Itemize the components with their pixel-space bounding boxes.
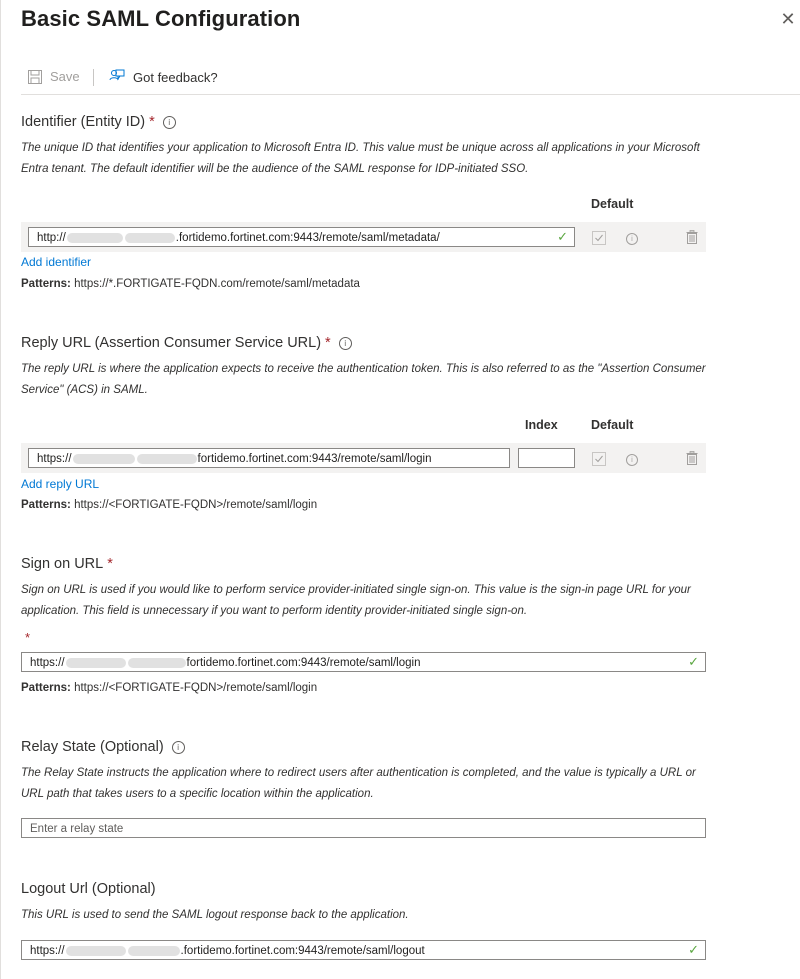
info-icon[interactable]: i: [162, 115, 176, 129]
sign-on-url-patterns: Patterns: https://<FORTIGATE-FQDN>/remot…: [21, 682, 318, 694]
identifier-patterns: Patterns: https://*.FORTIGATE-FQDN.com/r…: [21, 278, 360, 290]
reply-url-title: Reply URL (Assertion Consumer Service UR…: [21, 335, 352, 351]
valid-check-icon: ✓: [557, 230, 568, 245]
default-column-header: Default: [591, 197, 634, 211]
identifier-title: Identifier (Entity ID) * i: [21, 114, 176, 130]
info-icon[interactable]: i: [626, 233, 638, 245]
save-button[interactable]: Save: [28, 69, 80, 84]
sign-on-url-input[interactable]: https://fortidemo.fortinet.com:9443/remo…: [21, 652, 706, 672]
redacted-text: [136, 453, 197, 464]
relay-state-description: The Relay State instructs the applicatio…: [21, 767, 696, 800]
sign-on-url-description: Sign on URL is used if you would like to…: [21, 584, 691, 617]
panel-left-border: [0, 0, 1, 979]
default-checkbox[interactable]: [592, 231, 606, 245]
redacted-text: [65, 945, 126, 956]
checkmark-icon: [595, 234, 603, 242]
relay-state-title: Relay State (Optional) i: [21, 739, 185, 755]
feedback-button[interactable]: Got feedback?: [109, 69, 218, 85]
default-checkbox[interactable]: [592, 452, 606, 466]
trash-icon[interactable]: [686, 451, 698, 465]
relay-state-input[interactable]: Enter a relay state: [21, 818, 706, 838]
identifier-input[interactable]: http://.fortidemo.fortinet.com:9443/remo…: [28, 227, 575, 247]
close-icon[interactable]: ✕: [777, 8, 799, 30]
checkmark-icon: [595, 455, 603, 463]
redacted-text: [124, 232, 175, 243]
redacted-text: [127, 945, 180, 956]
logout-url-description: This URL is used to send the SAML logout…: [21, 909, 409, 921]
valid-check-icon: ✓: [688, 943, 699, 958]
redacted-text: [65, 657, 126, 668]
reply-url-patterns: Patterns: https://<FORTIGATE-FQDN>/remot…: [21, 499, 318, 511]
save-icon: [28, 69, 42, 84]
valid-check-icon: ✓: [688, 655, 699, 670]
redacted-text: [127, 657, 186, 668]
index-input[interactable]: [518, 448, 575, 468]
page-title: Basic SAML Configuration: [21, 6, 301, 31]
add-reply-url-link[interactable]: Add reply URL: [21, 477, 99, 491]
toolbar: Save Got feedback?: [21, 64, 800, 95]
toolbar-separator: [93, 69, 94, 86]
add-identifier-link[interactable]: Add identifier: [21, 255, 91, 269]
reply-url-input[interactable]: https://fortidemo.fortinet.com:9443/remo…: [28, 448, 510, 468]
required-marker: *: [325, 335, 331, 351]
logout-url-title: Logout Url (Optional): [21, 881, 156, 897]
trash-icon[interactable]: [686, 230, 698, 244]
info-icon[interactable]: i: [338, 336, 352, 350]
info-icon[interactable]: i: [626, 454, 638, 466]
index-column-header: Index: [525, 418, 558, 432]
feedback-label: Got feedback?: [133, 69, 218, 85]
feedback-icon: [109, 69, 125, 81]
logout-url-input[interactable]: https://.fortidemo.fortinet.com:9443/rem…: [21, 940, 706, 960]
info-icon[interactable]: i: [171, 740, 185, 754]
sign-on-url-title: Sign on URL *: [21, 556, 113, 572]
required-marker: *: [107, 556, 113, 572]
required-marker: *: [25, 630, 31, 645]
reply-url-description: The reply URL is where the application e…: [21, 363, 706, 396]
required-marker: *: [149, 114, 155, 130]
redacted-text: [66, 232, 123, 243]
redacted-text: [72, 453, 135, 464]
identifier-description: The unique ID that identifies your appli…: [21, 142, 700, 175]
save-label: Save: [50, 69, 80, 84]
default-column-header: Default: [591, 418, 634, 432]
